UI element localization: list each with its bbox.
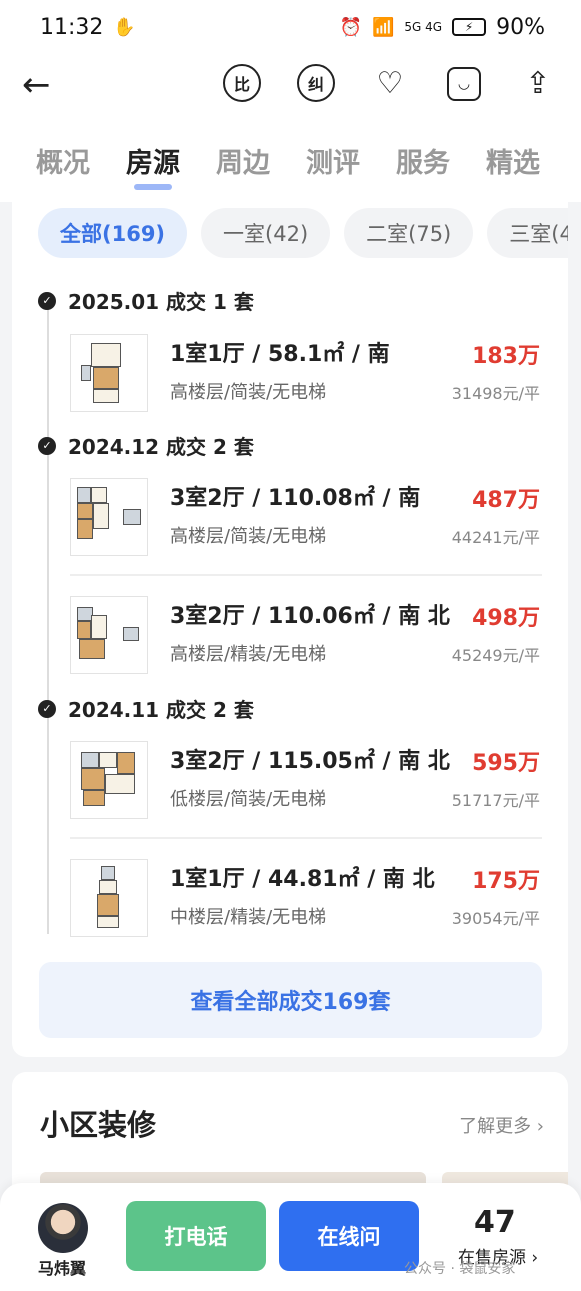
filter-chip-all[interactable]: 全部(169) <box>38 208 188 258</box>
alarm-icon: ⏰ <box>339 16 362 38</box>
status-bar: 11:32 ✋ ⏰ 📶 5G 4G ⚡ 90% <box>0 0 581 54</box>
tab-listings[interactable]: 房源 <box>126 141 180 190</box>
section-tabs: 概况 房源 周边 测评 服务 精选 <box>0 118 581 202</box>
divider <box>70 837 542 839</box>
floor-plan-thumbnail <box>70 741 148 819</box>
back-arrow-icon[interactable]: ← <box>22 68 58 104</box>
deal-attributes: 高楼层/简装/无电梯 <box>170 382 327 403</box>
floor-plan-thumbnail <box>70 859 148 937</box>
deal-layout: 3室2厅 / 115.05㎡ / 南 北 <box>170 749 450 774</box>
group-title: 2025.01 成交 1 套 <box>68 290 254 314</box>
compare-icon-label: 比 <box>233 75 250 94</box>
check-icon: ✓ <box>38 291 56 310</box>
call-button[interactable]: 打电话 <box>126 1201 266 1271</box>
group-title: 2024.12 成交 2 套 <box>68 435 254 459</box>
check-icon: ✓ <box>38 436 56 455</box>
transactions-card: 全部(169) 一室(42) 二室(75) 三室(4 ✓ 2025.01 成交 … <box>12 202 568 1057</box>
compare-icon[interactable]: 比 <box>223 64 261 102</box>
floor-plan-thumbnail <box>70 478 148 556</box>
deal-layout: 1室1厅 / 44.81㎡ / 南 北 <box>170 867 435 892</box>
deal-price: 175万 <box>472 869 540 894</box>
agent-avatar[interactable] <box>38 1203 88 1253</box>
top-toolbar: ← 比 纠 ♡ ◡ ⇪ <box>0 54 581 118</box>
deal-attributes: 高楼层/精装/无电梯 <box>170 644 327 665</box>
group-header: ✓ 2024.11 成交 2 套 <box>38 694 254 723</box>
floor-plan-thumbnail <box>70 334 148 412</box>
watermark: 公众号 · 袋鼠安家 <box>404 1261 516 1277</box>
filter-chip-2room[interactable]: 二室(75) <box>344 208 474 258</box>
deal-row[interactable]: 1室1厅 / 44.81㎡ / 南 北 中楼层/精装/无电梯 175万 3905… <box>70 855 542 955</box>
share-icon[interactable]: ⇪ <box>519 64 557 102</box>
room-filter-chips: 全部(169) 一室(42) 二室(75) 三室(4 <box>38 208 568 258</box>
deal-row[interactable]: 1室1厅 / 58.1㎡ / 南 高楼层/简装/无电梯 183万 31498元/… <box>70 330 542 430</box>
group-title: 2024.11 成交 2 套 <box>68 698 254 722</box>
divider <box>70 574 542 576</box>
deal-unit-price: 45249元/平 <box>451 646 540 665</box>
deal-unit-price: 39054元/平 <box>451 909 540 928</box>
deal-layout: 3室2厅 / 110.08㎡ / 南 <box>170 486 421 511</box>
correction-icon-label: 纠 <box>307 75 324 94</box>
deal-price: 183万 <box>472 344 540 369</box>
agent-name[interactable]: 马炜翼 <box>38 1255 86 1279</box>
page: 11:32 ✋ ⏰ 📶 5G 4G ⚡ 90% ← 比 纠 ♡ ◡ ⇪ 概况 房… <box>0 0 581 1291</box>
cellular-signal-icon: 5G 4G <box>404 20 443 34</box>
tab-review[interactable]: 测评 <box>306 141 360 180</box>
message-icon[interactable]: ◡ <box>447 67 481 101</box>
wifi-icon: 📶 <box>371 16 395 38</box>
deal-price: 487万 <box>472 488 540 513</box>
check-icon: ✓ <box>38 699 56 718</box>
renovation-title: 小区装修 <box>40 1108 157 1142</box>
deal-row[interactable]: 3室2厅 / 110.06㎡ / 南 北 高楼层/精装/无电梯 498万 452… <box>70 592 542 692</box>
floor-plan-thumbnail <box>70 596 148 674</box>
online-ask-button[interactable]: 在线问 <box>279 1201 419 1271</box>
deal-price: 498万 <box>472 606 540 631</box>
for-sale-count[interactable]: 47 <box>474 1205 516 1240</box>
deal-price: 595万 <box>472 751 540 776</box>
heart-icon[interactable]: ♡ <box>371 64 409 102</box>
view-all-transactions-button[interactable]: 查看全部成交169套 <box>39 962 542 1038</box>
battery-icon: ⚡ <box>452 18 487 36</box>
correction-icon[interactable]: 纠 <box>297 64 335 102</box>
learn-more-link[interactable]: 了解更多 › <box>459 1112 544 1138</box>
deal-attributes: 低楼层/简装/无电梯 <box>170 789 327 810</box>
deal-unit-price: 44241元/平 <box>451 528 540 547</box>
tab-services[interactable]: 服务 <box>396 141 450 180</box>
battery-level: 90% <box>496 14 545 40</box>
filter-chip-1room[interactable]: 一室(42) <box>201 208 331 258</box>
deal-attributes: 中楼层/精装/无电梯 <box>170 907 327 928</box>
deal-row[interactable]: 3室2厅 / 110.08㎡ / 南 高楼层/简装/无电梯 487万 44241… <box>70 474 542 574</box>
tab-nearby[interactable]: 周边 <box>216 141 270 180</box>
deal-layout: 1室1厅 / 58.1㎡ / 南 <box>170 342 390 367</box>
filter-chip-3room[interactable]: 三室(4 <box>487 208 568 258</box>
deal-unit-price: 31498元/平 <box>451 384 540 403</box>
deal-row[interactable]: 3室2厅 / 115.05㎡ / 南 北 低楼层/简装/无电梯 595万 517… <box>70 737 542 837</box>
timeline-line <box>47 298 49 934</box>
app-notification-icon: ✋ <box>113 16 136 38</box>
status-time: 11:32 <box>40 14 104 40</box>
deal-layout: 3室2厅 / 110.06㎡ / 南 北 <box>170 604 450 629</box>
deal-unit-price: 51717元/平 <box>451 791 540 810</box>
tab-featured[interactable]: 精选 <box>486 141 540 180</box>
group-header: ✓ 2024.12 成交 2 套 <box>38 431 254 460</box>
tab-overview[interactable]: 概况 <box>36 141 90 180</box>
deal-attributes: 高楼层/简装/无电梯 <box>170 526 327 547</box>
group-header: ✓ 2025.01 成交 1 套 <box>38 286 254 315</box>
bottom-action-bar: 马炜翼 打电话 在线问 47 在售房源 › 公众号 · 袋鼠安家 <box>0 1183 581 1291</box>
